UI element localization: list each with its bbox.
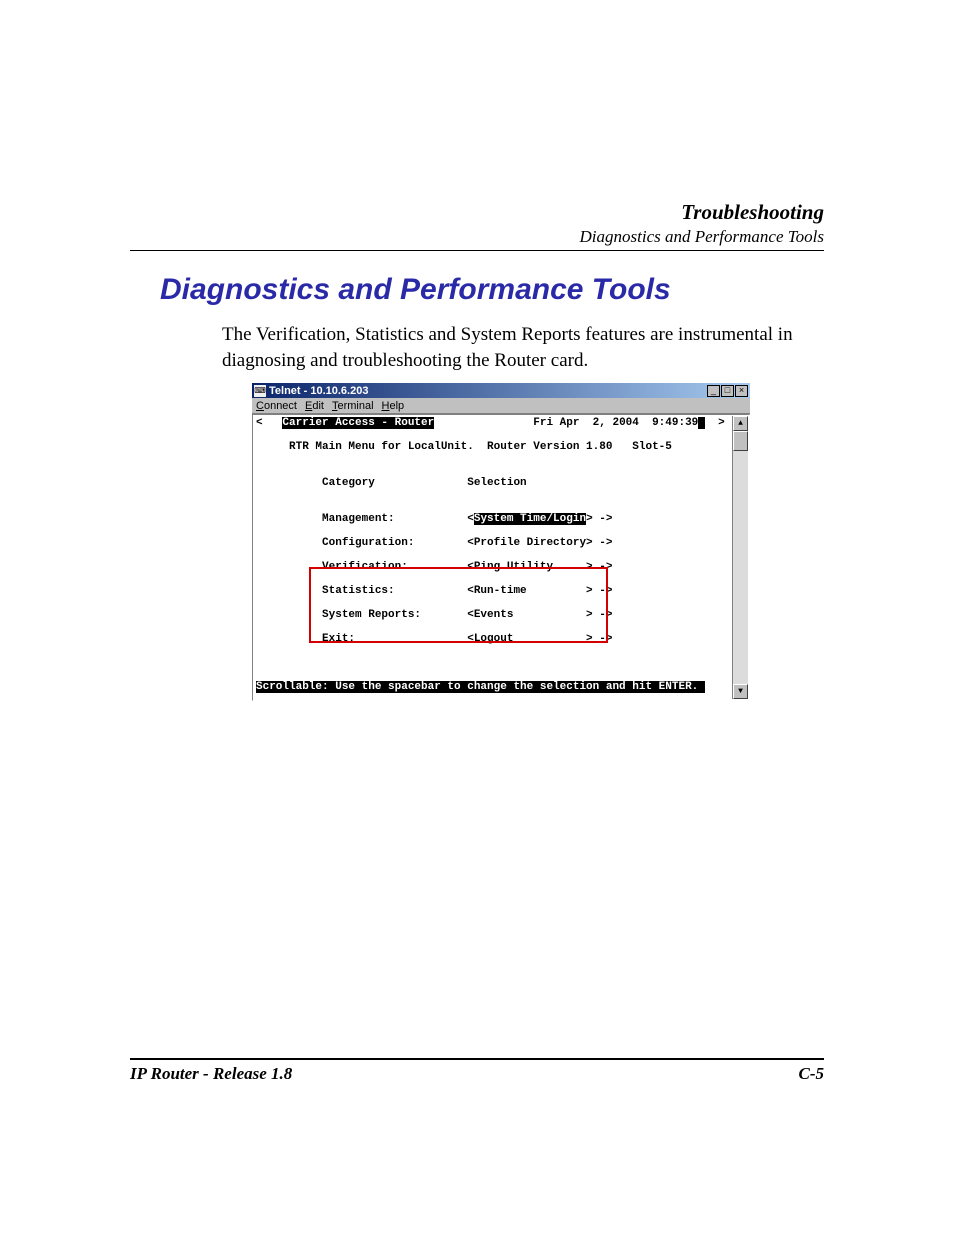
header-title: Troubleshooting [580, 200, 824, 225]
header-rule [130, 250, 824, 251]
app-icon: ⌨ [254, 385, 266, 397]
section-title: Diagnostics and Performance Tools [160, 273, 671, 307]
minimize-button[interactable]: _ [707, 385, 720, 397]
terminal-content: < Carrier Access - Router Fri Apr 2, 200… [254, 416, 733, 699]
scroll-up-button[interactable]: ▲ [733, 416, 748, 431]
menu-edit[interactable]: Edit [305, 400, 324, 412]
telnet-screenshot: ⌨ Telnet - 10.10.6.203 _ □ × Connect Edi… [252, 383, 750, 701]
menu-help[interactable]: Help [382, 400, 405, 412]
terminal-area: < Carrier Access - Router Fri Apr 2, 200… [252, 414, 750, 701]
footer-rule [130, 1058, 824, 1060]
page-header: Troubleshooting Diagnostics and Performa… [580, 200, 824, 247]
menu-connect[interactable]: Connect [256, 400, 297, 412]
window-buttons: _ □ × [707, 385, 748, 397]
vertical-scrollbar[interactable]: ▲ ▼ [732, 416, 748, 699]
page-footer: IP Router - Release 1.8 C-5 [130, 1064, 824, 1084]
header-subtitle: Diagnostics and Performance Tools [580, 227, 824, 247]
scroll-down-button[interactable]: ▼ [733, 684, 748, 699]
body-paragraph: The Verification, Statistics and System … [222, 322, 824, 373]
window-titlebar: ⌨ Telnet - 10.10.6.203 _ □ × [252, 383, 750, 398]
window-title: Telnet - 10.10.6.203 [269, 385, 368, 397]
menubar: Connect Edit Terminal Help [252, 398, 750, 414]
scroll-thumb[interactable] [733, 431, 748, 451]
footer-left: IP Router - Release 1.8 [130, 1064, 292, 1084]
document-page: Troubleshooting Diagnostics and Performa… [0, 0, 954, 1235]
menu-terminal[interactable]: Terminal [332, 400, 374, 412]
maximize-button[interactable]: □ [721, 385, 734, 397]
close-button[interactable]: × [735, 385, 748, 397]
footer-right: C-5 [799, 1064, 825, 1084]
